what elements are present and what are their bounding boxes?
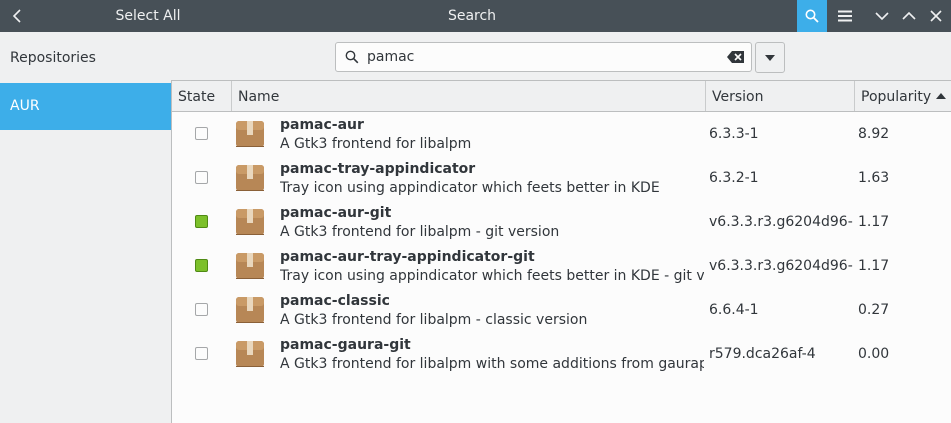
package-description: Tray icon using appindicator which feets… xyxy=(280,180,660,196)
package-description: A Gtk3 frontend for libalpm - classic ve… xyxy=(280,312,588,328)
installed-checkbox[interactable] xyxy=(195,259,208,272)
clear-icon[interactable] xyxy=(727,50,745,64)
package-version: 6.3.2-1 xyxy=(709,170,759,186)
select-all-button[interactable]: Select All xyxy=(60,0,236,32)
package-table: State Name Version Popularity pamac-aur … xyxy=(171,80,951,423)
package-name: pamac-aur xyxy=(280,117,364,133)
package-description: Tray icon using appindicator which feets… xyxy=(280,268,704,284)
package-description: A Gtk3 frontend for libalpm xyxy=(280,136,472,152)
column-header-version[interactable]: Version xyxy=(706,81,855,111)
package-popularity: 1.17 xyxy=(858,214,890,230)
header-bar: Select All Search xyxy=(0,0,951,32)
back-button[interactable] xyxy=(0,0,36,32)
package-popularity: 8.92 xyxy=(858,126,890,142)
search-input[interactable] xyxy=(367,43,707,71)
package-popularity: 0.00 xyxy=(858,346,890,362)
sidebar-title: Repositories xyxy=(10,50,96,66)
search-icon xyxy=(805,9,819,23)
package-name: pamac-gaura-git xyxy=(280,337,411,353)
package-icon xyxy=(236,253,264,279)
hamburger-icon xyxy=(838,10,852,22)
page-title: Search xyxy=(447,8,497,24)
sort-ascending-icon xyxy=(936,93,946,99)
column-header-name[interactable]: Name xyxy=(232,81,706,111)
package-name: pamac-tray-appindicator xyxy=(280,161,476,177)
package-name: pamac-aur-tray-appindicator-git xyxy=(280,249,535,265)
package-icon xyxy=(236,165,264,191)
table-row[interactable]: pamac-aur A Gtk3 frontend for libalpm 6.… xyxy=(172,113,951,157)
package-description: A Gtk3 frontend for libalpm - git versio… xyxy=(280,224,560,240)
package-icon xyxy=(236,121,264,147)
table-row[interactable]: pamac-tray-appindicator Tray icon using … xyxy=(172,157,951,201)
package-version: 6.3.3-1 xyxy=(709,126,759,142)
table-row[interactable]: pamac-aur-git A Gtk3 frontend for libalp… xyxy=(172,201,951,245)
close-button[interactable] xyxy=(922,0,950,32)
package-icon xyxy=(236,297,264,323)
package-icon xyxy=(236,341,264,367)
menu-button[interactable] xyxy=(831,0,859,32)
install-checkbox[interactable] xyxy=(195,303,208,316)
chevron-left-icon xyxy=(12,9,21,23)
table-row[interactable]: pamac-classic A Gtk3 frontend for libalp… xyxy=(172,289,951,333)
package-name: pamac-aur-git xyxy=(280,205,392,221)
install-checkbox[interactable] xyxy=(195,347,208,360)
maximize-button[interactable] xyxy=(895,0,923,32)
sidebar-item-aur[interactable]: AUR xyxy=(0,83,171,130)
package-version: v6.3.3.r3.g6204d96-1 xyxy=(709,258,853,274)
search-options-button[interactable] xyxy=(755,42,785,73)
column-header-state[interactable]: State xyxy=(172,81,232,111)
close-icon xyxy=(930,10,942,22)
package-popularity: 0.27 xyxy=(858,302,890,318)
search-toggle-button[interactable] xyxy=(797,0,827,32)
sidebar: Repositories AUR xyxy=(0,32,171,423)
package-name: pamac-classic xyxy=(280,293,390,309)
install-checkbox[interactable] xyxy=(195,171,208,184)
installed-checkbox[interactable] xyxy=(195,215,208,228)
search-field[interactable] xyxy=(335,42,752,72)
package-version: 6.6.4-1 xyxy=(709,302,759,318)
package-version: r579.dca26af-4 xyxy=(709,346,816,362)
table-row[interactable]: pamac-aur-tray-appindicator-git Tray ico… xyxy=(172,245,951,289)
chevron-down-icon xyxy=(875,12,889,21)
package-version: v6.3.3.r3.g6204d96-1 xyxy=(709,214,853,230)
chevron-up-icon xyxy=(902,11,916,20)
package-popularity: 1.63 xyxy=(858,170,890,186)
column-header-popularity[interactable]: Popularity xyxy=(855,81,951,111)
package-icon xyxy=(236,209,264,235)
package-popularity: 1.17 xyxy=(858,258,890,274)
minimize-button[interactable] xyxy=(868,0,896,32)
package-description: A Gtk3 frontend for libalpm with some ad… xyxy=(280,356,704,372)
install-checkbox[interactable] xyxy=(195,127,208,140)
table-header: State Name Version Popularity xyxy=(172,81,951,112)
search-icon xyxy=(345,50,359,64)
caret-down-icon xyxy=(765,54,775,61)
column-header-popularity-label: Popularity xyxy=(861,89,932,105)
table-row[interactable]: pamac-gaura-git A Gtk3 frontend for liba… xyxy=(172,333,951,377)
